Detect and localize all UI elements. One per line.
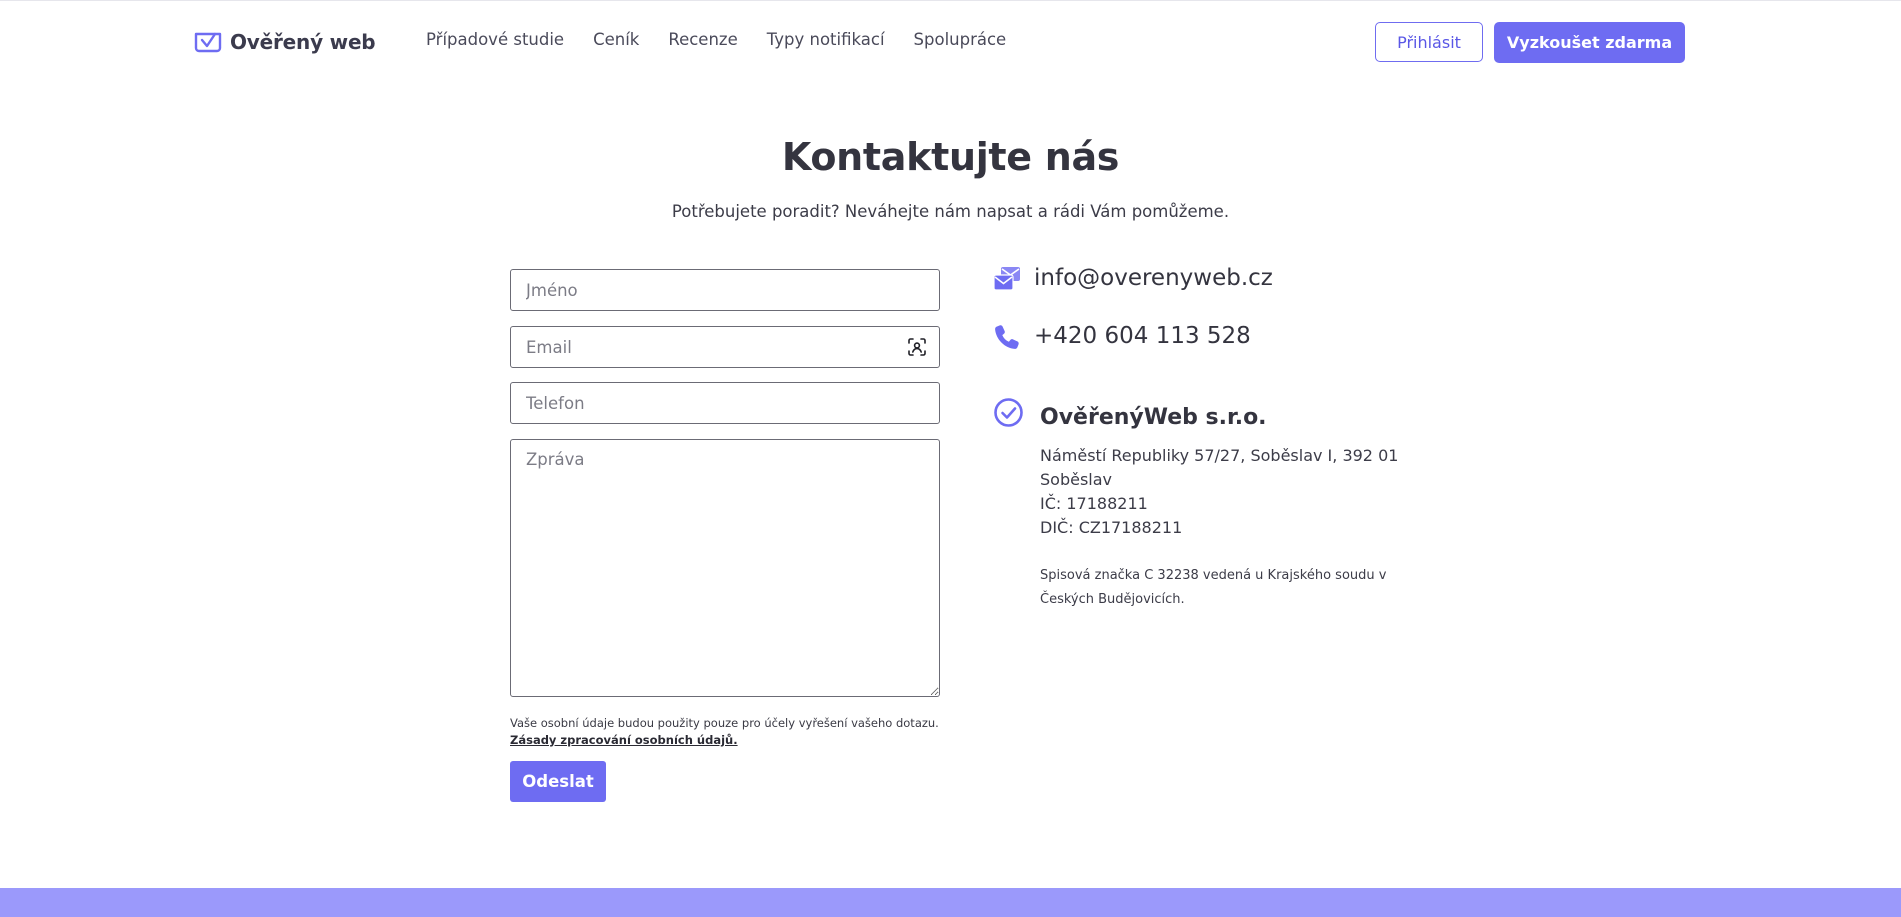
contact-email-link[interactable]: info@overenyweb.cz — [1034, 265, 1273, 291]
name-input[interactable] — [510, 269, 940, 311]
check-circle-icon — [993, 397, 1024, 428]
company-ic: IČ: 17188211 — [1040, 494, 1148, 513]
login-button[interactable]: Přihlásit — [1375, 22, 1483, 62]
company-name: OvěřenýWeb s.r.o. — [1040, 405, 1267, 430]
company-dic: DIČ: CZ17188211 — [1040, 518, 1183, 537]
privacy-text: Vaše osobní údaje budou použity pouze pr… — [510, 716, 939, 730]
nav-reviews[interactable]: Recenze — [668, 30, 737, 49]
company-details: Náměstí Republiky 57/27, Soběslav I, 392… — [1040, 444, 1400, 540]
logo-text: Ověřený web — [230, 30, 376, 54]
nav-case-studies[interactable]: Případové studie — [426, 30, 564, 49]
autofill-contact-icon[interactable] — [907, 337, 927, 357]
logo[interactable]: Ověřený web — [193, 28, 376, 56]
phone-icon — [992, 322, 1022, 352]
logo-icon — [193, 31, 223, 53]
privacy-policy-link[interactable]: Zásady zpracování osobních údajů. — [510, 733, 738, 747]
page-subtitle: Potřebujete poradit? Neváhejte nám napsa… — [671, 202, 1230, 221]
main-nav: Případové studie Ceník Recenze Typy noti… — [426, 30, 1006, 49]
send-button[interactable]: Odeslat — [510, 761, 606, 802]
mail-icon — [992, 264, 1022, 294]
company-address: Náměstí Republiky 57/27, Soběslav I, 392… — [1040, 446, 1399, 489]
message-textarea[interactable] — [510, 439, 940, 697]
try-free-button[interactable]: Vyzkoušet zdarma — [1494, 22, 1685, 63]
nav-notification-types[interactable]: Typy notifikací — [767, 30, 885, 49]
privacy-note: Vaše osobní údaje budou použity pouze pr… — [510, 715, 950, 749]
page-title: Kontaktujte nás — [781, 135, 1120, 179]
company-registry-note: Spisová značka C 32238 vedená u Krajskéh… — [1040, 568, 1387, 607]
nav-pricing[interactable]: Ceník — [593, 30, 639, 49]
nav-partnership[interactable]: Spolupráce — [914, 30, 1007, 49]
contact-phone-link[interactable]: +420 604 113 528 — [1034, 323, 1251, 349]
phone-input[interactable] — [510, 382, 940, 424]
site-header: Ověřený web Případové studie Ceník Recen… — [0, 0, 1901, 84]
email-input[interactable] — [510, 326, 940, 368]
footer-band — [0, 888, 1901, 917]
